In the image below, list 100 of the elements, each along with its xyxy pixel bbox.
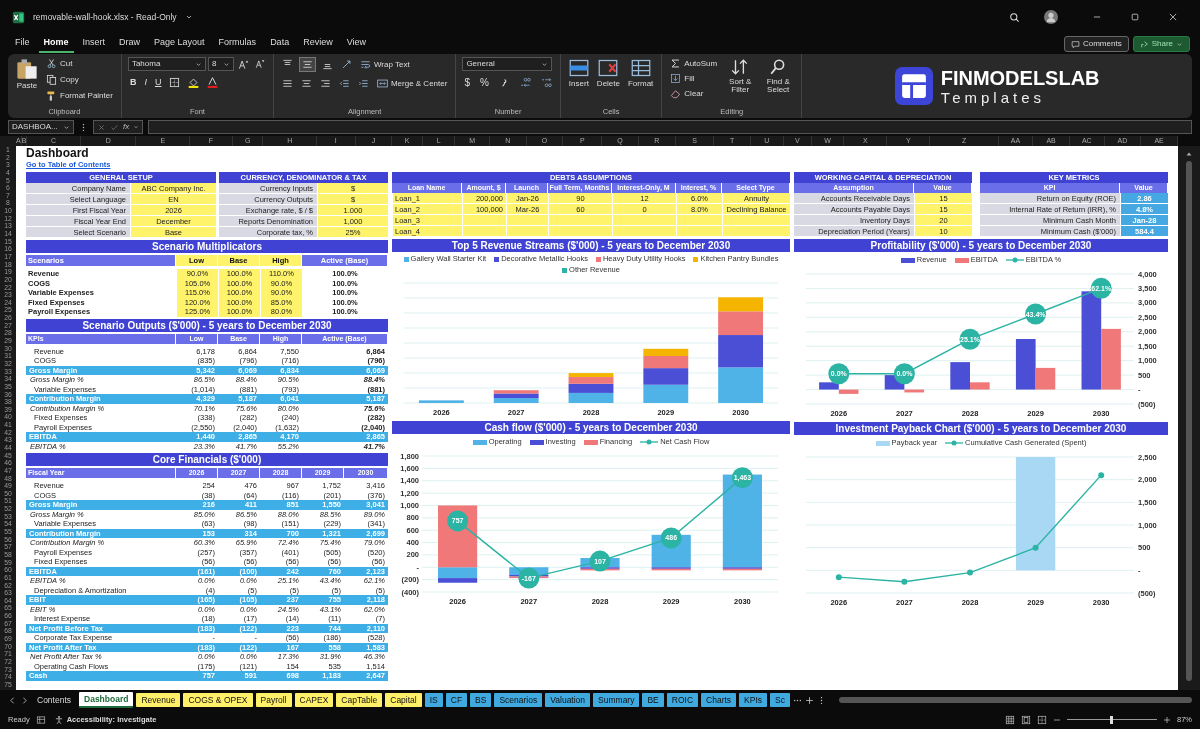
find-select-button[interactable]: Find & Select [761, 57, 796, 106]
caret-icon [222, 60, 230, 68]
align-left-icon [281, 78, 293, 89]
sheet-tab[interactable]: COGS & OPEX [183, 693, 253, 707]
cancel-icon[interactable] [97, 122, 106, 132]
bar [568, 392, 614, 403]
menu-tab[interactable]: Home [38, 35, 74, 53]
data-point [835, 574, 842, 581]
menu-tab[interactable]: Draw [114, 35, 146, 53]
format-painter-button[interactable]: Format Painter [44, 89, 115, 102]
sheet-tab[interactable]: Valuation [545, 693, 591, 707]
currency-button[interactable]: $ [462, 76, 472, 89]
sheet-tab[interactable]: CapTable [336, 693, 383, 707]
menu-tab[interactable]: Insert [77, 35, 111, 53]
menu-tab[interactable]: Page Layout [149, 35, 210, 53]
insert-cells-button[interactable]: Insert [566, 57, 591, 106]
scrollbar-thumb[interactable] [1186, 161, 1192, 681]
copy-icon [46, 74, 57, 85]
wrap-text-button[interactable]: Wrap Text [357, 58, 412, 71]
horizontal-scrollbar[interactable] [838, 697, 1192, 703]
font-size-dropdown[interactable]: 8 [207, 57, 234, 71]
fill-icon [670, 73, 682, 84]
paste-button[interactable]: Paste [14, 57, 40, 106]
insert-function-button[interactable]: fx [123, 121, 130, 133]
underline-button[interactable]: U [152, 77, 164, 88]
scroll-up-icon[interactable] [1185, 150, 1193, 158]
caret-icon [63, 123, 70, 131]
align-middle-button[interactable] [298, 57, 316, 72]
name-box[interactable]: DASHBOA... [8, 120, 74, 134]
font-name-dropdown[interactable]: Tahoma [127, 57, 206, 71]
paste-icon [16, 58, 38, 80]
menu-tab[interactable]: Review [298, 35, 338, 53]
bold-button[interactable]: B [127, 77, 139, 88]
cut-button[interactable]: Cut [44, 57, 115, 70]
page-layout-icon[interactable] [1021, 714, 1031, 725]
section-title: Core Financials ($'000) [26, 453, 388, 466]
menu-tab[interactable]: File [10, 35, 35, 53]
sheet-tab[interactable]: Payroll [255, 693, 292, 707]
align-center-icon [300, 78, 312, 89]
merge-center-icon [376, 78, 388, 89]
menu-tab[interactable]: View [341, 35, 371, 53]
fill-button[interactable]: Fill [668, 72, 720, 85]
avatar-icon[interactable] [1044, 10, 1058, 24]
fill-color-icon [188, 77, 200, 88]
sheet-tab[interactable]: Summary [593, 693, 640, 707]
macro-icon[interactable] [35, 714, 46, 725]
sheet-tab[interactable]: BS [470, 693, 492, 707]
formula-input[interactable] [148, 120, 1192, 134]
sheet-tab[interactable]: Scenarios [494, 693, 543, 707]
percent-button[interactable]: % [477, 76, 491, 89]
enter-icon[interactable] [110, 122, 119, 132]
sheet-tab[interactable]: BE [642, 693, 664, 707]
close-icon[interactable] [1168, 12, 1178, 22]
number-format-dropdown[interactable]: General [462, 57, 553, 71]
shrink-font-icon [254, 59, 265, 69]
clear-button[interactable]: Clear [668, 87, 720, 100]
sort-filter-button[interactable]: Sort & Filter [723, 57, 758, 106]
slider-thumb[interactable] [1110, 715, 1114, 724]
format-cells-button[interactable]: Format [626, 57, 656, 106]
delete-cells-button[interactable]: Delete [594, 57, 622, 106]
next-sheet-icon[interactable] [20, 695, 29, 705]
menu-tab[interactable]: Data [265, 35, 295, 53]
chart-title: Cash flow ($'000) - 5 years to December 2030 [392, 421, 790, 434]
sheet-tab[interactable]: CAPEX [294, 693, 334, 707]
zoom-slider[interactable] [1067, 715, 1157, 724]
sheet-tab[interactable]: Charts [701, 693, 737, 707]
sheet-tab[interactable]: Revenue [136, 693, 181, 707]
search-icon[interactable] [1009, 11, 1020, 23]
align-right-icon [319, 78, 331, 89]
autosum-button[interactable]: AutoSum [668, 57, 720, 70]
sheet-tab[interactable]: CF [445, 693, 468, 707]
italic-button[interactable]: I [142, 77, 149, 88]
add-sheet-icon[interactable] [804, 695, 814, 705]
caret-icon [1176, 40, 1183, 48]
sheet-tab[interactable]: Dashboard [79, 692, 134, 708]
copy-button[interactable]: Copy [44, 73, 115, 86]
caret-icon [194, 60, 202, 68]
share-button[interactable]: Share [1132, 36, 1190, 52]
page-break-icon[interactable] [1037, 714, 1047, 725]
sheet-tab[interactable]: KPIs [739, 693, 768, 707]
logo-icon [894, 67, 933, 105]
previous-sheet-icon[interactable] [8, 695, 17, 705]
comments-button[interactable]: Comments [1063, 36, 1129, 52]
sheet-tab[interactable]: Contents [32, 693, 77, 707]
borders-icon [169, 77, 181, 88]
outdent-button[interactable] [336, 77, 352, 90]
menu-tab[interactable]: Formulas [213, 35, 262, 53]
indent-icon [357, 78, 369, 89]
sheet-tab[interactable]: Capital [385, 693, 422, 707]
chart-title: Top 5 Revenue Streams ($'000) - 5 years to December 2030 [392, 239, 790, 252]
normal-view-icon[interactable] [1005, 714, 1015, 725]
data-point [1098, 472, 1105, 479]
zoom-in-icon[interactable] [1163, 715, 1171, 724]
merge-center-button[interactable]: Merge & Center [374, 77, 450, 90]
caret-icon[interactable] [184, 13, 193, 21]
sheet-tab[interactable]: ROIC [666, 693, 699, 707]
sheet-tab[interactable]: IS [424, 693, 443, 707]
sheet-tab[interactable]: Sc [770, 693, 790, 707]
maximize-icon[interactable] [1130, 12, 1140, 22]
decrease-decimal-icon [540, 77, 552, 88]
